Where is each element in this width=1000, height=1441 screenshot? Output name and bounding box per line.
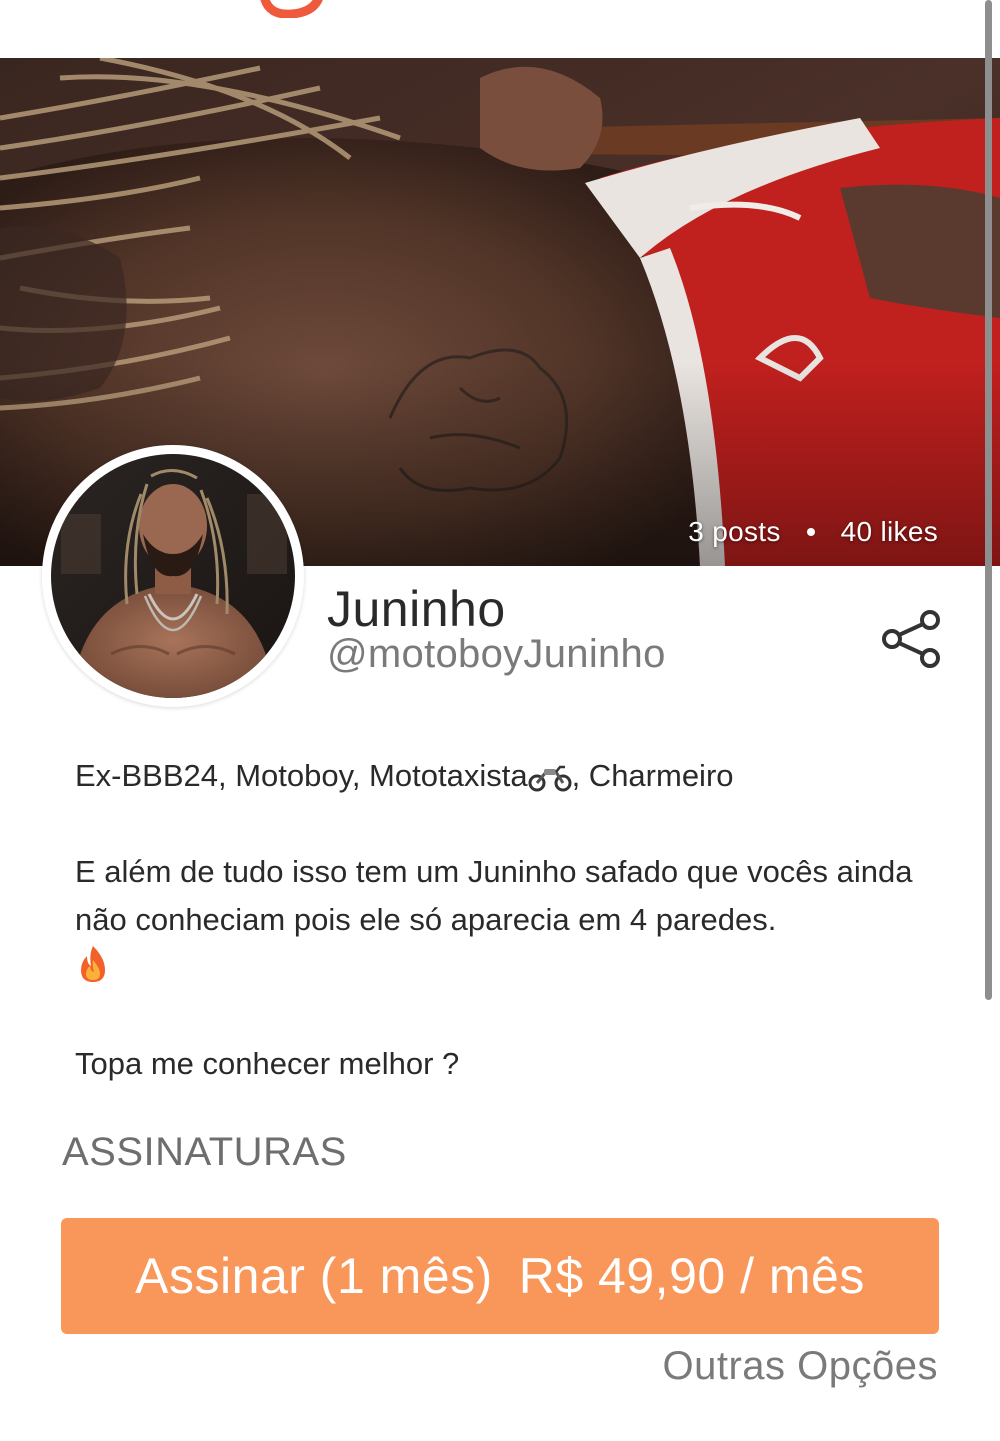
- subscribe-button-price: R$ 49,90 / mês: [518, 1248, 865, 1304]
- avatar[interactable]: [42, 445, 304, 707]
- share-icon[interactable]: [878, 606, 944, 672]
- menu-icon[interactable]: [880, 0, 920, 6]
- avatar-photo: [51, 454, 295, 698]
- avatar-image: [51, 454, 295, 698]
- bio-paragraph-3: Topa me conhecer melhor ?: [75, 1046, 460, 1081]
- bio-line-1-tail: , Charmeiro: [571, 758, 734, 793]
- brand-wordmark-icon: [350, 0, 640, 10]
- bio-line-1-text: Ex-BBB24, Motoboy, Mototaxista: [75, 758, 528, 793]
- brand-logo-icon[interactable]: [258, 0, 328, 18]
- subscriptions-title: ASSINATURAS: [62, 1130, 347, 1174]
- bio-paragraph-2-text: E além de tudo isso tem um Juninho safad…: [75, 854, 913, 937]
- bio-spacer: [75, 800, 955, 848]
- bio-line-1: Ex-BBB24, Motoboy, Mototaxista , Charmei…: [75, 752, 955, 800]
- likes-count: 40 likes: [840, 516, 938, 547]
- profile-stats: 3 posts 40 likes: [688, 516, 938, 548]
- posts-count: 3 posts: [688, 516, 781, 547]
- fire-icon: [81, 946, 105, 982]
- separator-dot: [806, 528, 815, 536]
- profile-page: 3 posts 40 likes Juninho @motoboyJuninho…: [0, 0, 1000, 1441]
- scrollbar[interactable]: [985, 0, 992, 1000]
- subscribe-button[interactable]: Assinar (1 mês) R$ 49,90 / mês: [61, 1218, 939, 1334]
- other-options-link[interactable]: Outras Opções: [662, 1344, 938, 1389]
- top-header: [0, 0, 1000, 59]
- profile-handle: @motoboyJuninho: [327, 632, 666, 676]
- subscribe-button-label: Assinar (1 mês): [135, 1248, 493, 1304]
- bio-paragraph-2: E além de tudo isso tem um Juninho safad…: [75, 848, 955, 992]
- motorcycle-icon: [528, 765, 572, 792]
- profile-name: Juninho: [327, 581, 506, 637]
- bio-spacer-2: [75, 992, 955, 1040]
- profile-bio: Ex-BBB24, Motoboy, Mototaxista , Charmei…: [75, 752, 955, 1088]
